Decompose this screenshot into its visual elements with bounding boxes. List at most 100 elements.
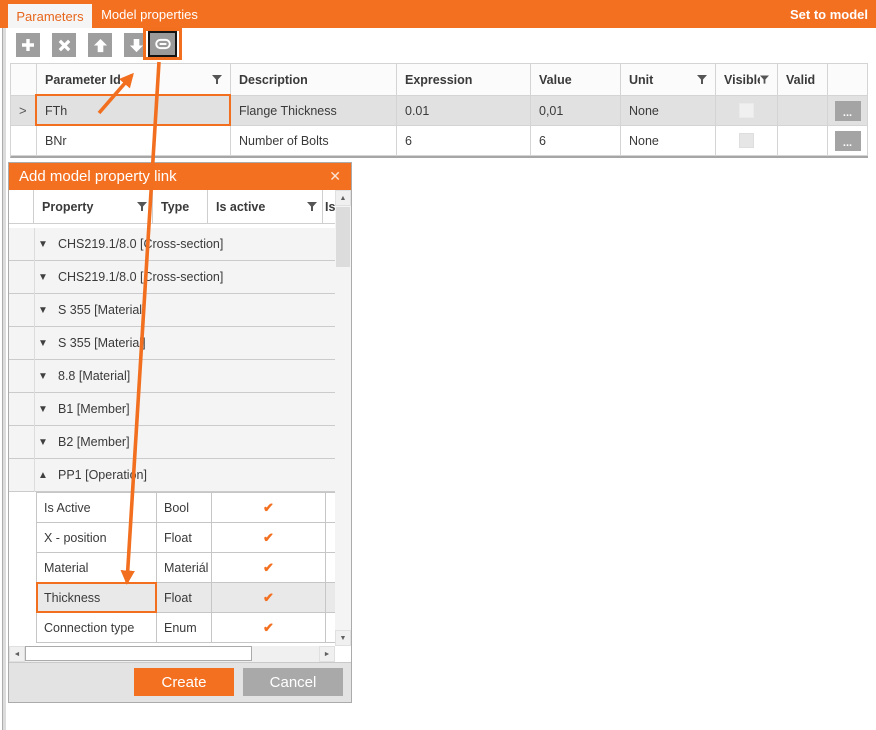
add-parameter-button[interactable] xyxy=(16,33,40,57)
close-icon[interactable]: ✕ xyxy=(329,163,341,190)
visible-checkbox[interactable] xyxy=(739,133,754,148)
type-cell: Enum xyxy=(157,613,212,643)
filter-icon[interactable] xyxy=(212,75,222,85)
property-cell[interactable]: Is Active xyxy=(37,493,157,523)
check-icon: ✔ xyxy=(263,530,274,546)
filter-icon[interactable] xyxy=(760,75,769,85)
link-parameter-button[interactable] xyxy=(148,31,177,57)
group-row-88-material[interactable]: ▼ 8.8 [Material] xyxy=(9,360,335,393)
is-active-cell[interactable]: ✔ xyxy=(212,523,326,553)
vertical-scrollbar-thumb[interactable] xyxy=(336,207,350,267)
filter-icon[interactable] xyxy=(307,202,317,212)
parameter-id-cell[interactable]: FTh xyxy=(37,96,231,126)
column-header-property[interactable]: Property xyxy=(34,190,153,224)
more-options-button[interactable]: ... xyxy=(835,101,861,121)
scroll-left-icon: ◄ xyxy=(14,651,21,658)
value-cell[interactable]: 0,01 xyxy=(531,96,621,126)
expression-cell[interactable]: 0.01 xyxy=(397,96,531,126)
dialog-title: Add model property link xyxy=(19,168,177,185)
expression-cell[interactable]: 6 xyxy=(397,126,531,156)
is-active-cell[interactable]: ✔ xyxy=(212,613,326,643)
is-active-cell[interactable]: ✔ xyxy=(212,583,326,613)
group-row-pp1-operation[interactable]: ▲ PP1 [Operation] xyxy=(9,459,335,492)
dialog-footer: Create Cancel xyxy=(9,662,351,702)
value-cell[interactable]: 6 xyxy=(531,126,621,156)
add-model-property-link-dialog: Add model property link ✕ Property Type … xyxy=(8,162,352,703)
column-header-label: Is active xyxy=(216,200,265,214)
parameter-id-cell[interactable]: BNr xyxy=(37,126,231,156)
visible-checkbox[interactable] xyxy=(739,103,754,118)
column-header-description[interactable]: Description xyxy=(231,64,397,96)
description-cell[interactable]: Number of Bolts xyxy=(231,126,397,156)
scroll-left-button[interactable]: ◄ xyxy=(9,646,25,662)
scroll-down-button[interactable]: ▼ xyxy=(335,630,351,646)
move-up-button[interactable] xyxy=(88,33,112,57)
property-cell-thickness[interactable]: Thickness xyxy=(37,583,157,613)
valid-cell xyxy=(778,126,828,156)
set-to-model-button[interactable]: Set to model xyxy=(790,0,868,28)
column-header-value[interactable]: Value xyxy=(531,64,621,96)
row-selector-cell[interactable]: > xyxy=(11,96,37,126)
row-selector-cell[interactable] xyxy=(11,126,37,156)
group-label: CHS219.1/8.0 [Cross-section] xyxy=(58,270,223,284)
filter-icon[interactable] xyxy=(697,75,707,85)
scroll-right-button[interactable]: ► xyxy=(319,646,335,662)
collapse-triangle-icon: ▼ xyxy=(38,371,49,382)
add-icon xyxy=(20,37,36,53)
check-icon: ✔ xyxy=(263,560,274,576)
dialog-horizontal-scrollbar[interactable]: ◄ ► xyxy=(9,646,335,662)
more-options-button[interactable]: ... xyxy=(835,131,861,151)
cancel-button[interactable]: Cancel xyxy=(243,668,343,696)
dialog-column-headers: Property Type Is active Is xyxy=(9,190,351,224)
dialog-header: Add model property link ✕ xyxy=(9,163,351,190)
column-header-label: Unit xyxy=(629,73,653,87)
column-header-parameter-id[interactable]: Parameter Id xyxy=(37,64,231,96)
column-header-type[interactable]: Type xyxy=(153,190,208,224)
create-button[interactable]: Create xyxy=(134,668,234,696)
type-cell: Materiál xyxy=(157,553,212,583)
selected-row-chevron-icon: > xyxy=(19,103,27,118)
move-up-icon xyxy=(93,38,108,53)
column-header-label: Value xyxy=(539,73,572,87)
column-header-actions xyxy=(828,64,868,96)
property-group-list: ▼ CHS219.1/8.0 [Cross-section] ▼ CHS219.… xyxy=(9,228,335,492)
dialog-vertical-scrollbar[interactable]: ▲ ▼ xyxy=(335,190,351,646)
group-row-s355-2[interactable]: ▼ S 355 [Material] xyxy=(9,327,335,360)
group-row-chs-2[interactable]: ▼ CHS219.1/8.0 [Cross-section] xyxy=(9,261,335,294)
scroll-up-icon: ▲ xyxy=(340,195,347,202)
column-header-label: Description xyxy=(239,73,308,87)
visible-checkbox-cell[interactable] xyxy=(716,126,778,156)
group-row-b1-member[interactable]: ▼ B1 [Member] xyxy=(9,393,335,426)
window-left-border-light xyxy=(3,28,6,730)
group-row-chs-1[interactable]: ▼ CHS219.1/8.0 [Cross-section] xyxy=(9,228,335,261)
group-row-b2-member[interactable]: ▼ B2 [Member] xyxy=(9,426,335,459)
property-cell[interactable]: Connection type xyxy=(37,613,157,643)
collapse-triangle-icon: ▼ xyxy=(38,239,49,250)
column-header-visible[interactable]: Visible xyxy=(716,64,778,96)
column-header-valid[interactable]: Valid xyxy=(778,64,828,96)
unit-cell[interactable]: None xyxy=(621,126,716,156)
property-cell[interactable]: Material xyxy=(37,553,157,583)
group-row-s355-1[interactable]: ▼ S 355 [Material] xyxy=(9,294,335,327)
scroll-up-button[interactable]: ▲ xyxy=(335,190,351,206)
property-cell[interactable]: X - position xyxy=(37,523,157,553)
is-active-cell[interactable]: ✔ xyxy=(212,493,326,523)
group-label: B2 [Member] xyxy=(58,435,130,449)
delete-parameter-button[interactable] xyxy=(52,33,76,57)
visible-checkbox-cell[interactable] xyxy=(716,96,778,126)
unit-cell[interactable]: None xyxy=(621,96,716,126)
is-active-cell[interactable]: ✔ xyxy=(212,553,326,583)
type-cell: Float xyxy=(157,583,212,613)
column-header-is-active[interactable]: Is active xyxy=(208,190,323,224)
column-header-is-truncated[interactable]: Is xyxy=(323,190,335,224)
check-icon: ✔ xyxy=(263,500,274,516)
tab-model-properties[interactable]: Model properties xyxy=(92,0,207,28)
group-label: 8.8 [Material] xyxy=(58,369,130,383)
description-cell[interactable]: Flange Thickness xyxy=(231,96,397,126)
filter-icon[interactable] xyxy=(137,202,147,212)
check-icon: ✔ xyxy=(263,620,274,636)
horizontal-scrollbar-thumb[interactable] xyxy=(25,646,252,661)
column-header-unit[interactable]: Unit xyxy=(621,64,716,96)
column-header-expression[interactable]: Expression xyxy=(397,64,531,96)
tab-parameters[interactable]: Parameters xyxy=(8,4,92,28)
